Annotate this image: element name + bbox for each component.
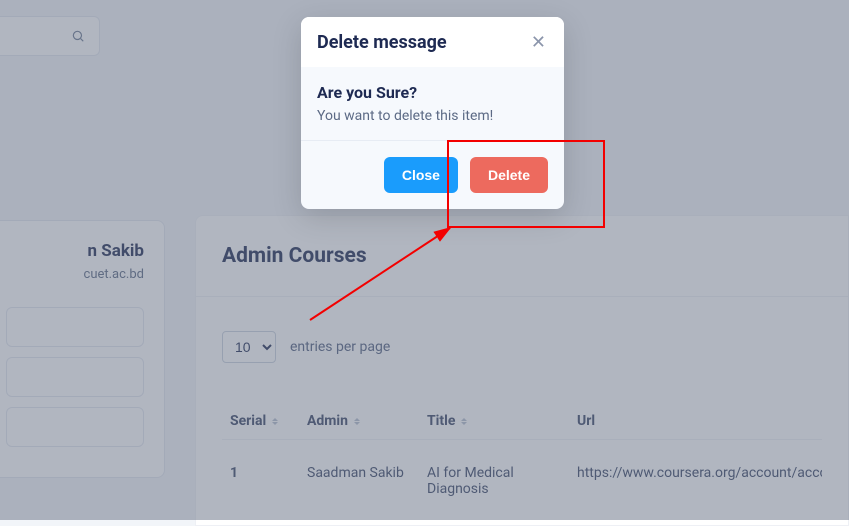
modal-header: Delete message ✕ bbox=[301, 17, 564, 67]
delete-button[interactable]: Delete bbox=[470, 157, 548, 193]
close-icon[interactable]: ✕ bbox=[529, 31, 548, 53]
modal-body: Are you Sure? You want to delete this it… bbox=[301, 67, 564, 140]
confirm-subtext: You want to delete this item! bbox=[317, 108, 548, 124]
confirm-heading: Are you Sure? bbox=[317, 83, 548, 102]
modal-title: Delete message bbox=[317, 32, 447, 53]
delete-modal: Delete message ✕ Are you Sure? You want … bbox=[301, 17, 564, 209]
modal-footer: Close Delete bbox=[301, 140, 564, 209]
close-button[interactable]: Close bbox=[384, 157, 458, 193]
